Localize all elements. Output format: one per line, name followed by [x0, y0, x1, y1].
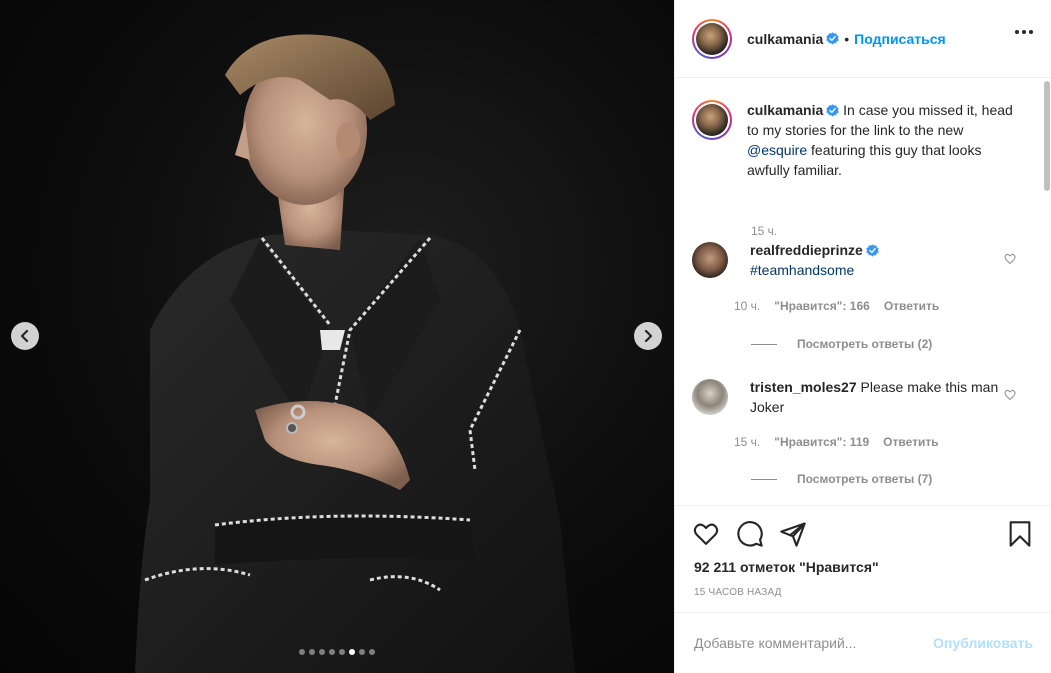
carousel-prev-button[interactable] — [11, 322, 39, 350]
view-replies-button[interactable]: Посмотреть ответы (2) — [751, 337, 932, 351]
carousel-dot — [329, 649, 335, 655]
comment-time[interactable]: 10 ч. — [734, 299, 760, 313]
carousel-dot — [349, 649, 355, 655]
caption-username[interactable]: culkamania — [747, 102, 823, 118]
post-caption: culkamania In case you missed it, head t… — [692, 100, 1027, 238]
follow-button[interactable]: Подписаться — [854, 31, 946, 47]
comment-meta: 15 ч. "Нравится": 119 Ответить — [734, 435, 939, 449]
carousel-dot — [299, 649, 305, 655]
verified-badge-icon — [826, 32, 839, 45]
add-comment-bar: Опубликовать — [675, 612, 1051, 673]
comment-avatar[interactable] — [692, 379, 728, 415]
comment-hashtag-link[interactable]: #teamhandsome — [750, 262, 854, 278]
carousel-dot — [339, 649, 345, 655]
comment-username[interactable]: tristen_moles27 — [750, 379, 857, 395]
comment-input[interactable] — [694, 635, 934, 651]
view-replies-label: Посмотреть ответы (2) — [797, 337, 933, 351]
likes-count[interactable]: 92 211 отметок "Нравится" — [694, 559, 879, 575]
comments-scrollbar[interactable] — [1044, 81, 1050, 191]
caption-timestamp[interactable]: 15 ч. — [751, 224, 777, 238]
author-username[interactable]: culkamania — [747, 31, 823, 47]
comment-bubble-icon[interactable] — [736, 520, 764, 548]
comment-time[interactable]: 15 ч. — [734, 435, 760, 449]
comment-like-heart-icon[interactable] — [1004, 389, 1016, 401]
post-media[interactable] — [0, 0, 674, 673]
comments-section[interactable]: culkamania In case you missed it, head t… — [675, 79, 1051, 505]
comment-username[interactable]: realfreddieprinze — [750, 242, 863, 258]
carousel-dot — [309, 649, 315, 655]
carousel-dot — [369, 649, 375, 655]
post-actions: 92 211 отметок "Нравится" 15 ЧАСОВ НАЗАД — [675, 505, 1051, 612]
caption-avatar[interactable] — [692, 100, 732, 140]
post-timestamp[interactable]: 15 ЧАСОВ НАЗАД — [694, 587, 782, 598]
carousel-indicator — [0, 649, 674, 655]
post-header: culkamania • Подписаться — [675, 0, 1051, 78]
comment-meta: 10 ч. "Нравится": 166 Ответить — [734, 299, 939, 313]
post-side-panel: culkamania • Подписаться culkamania In c… — [674, 0, 1051, 673]
carousel-dot — [319, 649, 325, 655]
view-replies-label: Посмотреть ответы (7) — [797, 472, 933, 486]
chevron-left-icon — [20, 330, 29, 342]
verified-badge-icon — [866, 244, 879, 257]
verified-badge-icon — [826, 104, 839, 117]
publish-button[interactable]: Опубликовать — [933, 635, 1033, 651]
comment-avatar[interactable] — [692, 242, 728, 278]
paper-plane-icon[interactable] — [779, 520, 807, 548]
carousel-next-button[interactable] — [634, 322, 662, 350]
heart-icon[interactable] — [692, 520, 720, 548]
caption-mention-link[interactable]: @esquire — [747, 142, 807, 158]
bookmark-icon[interactable] — [1006, 520, 1034, 548]
instagram-post: culkamania • Подписаться culkamania In c… — [0, 0, 1051, 673]
header-separator: • — [844, 30, 850, 47]
author-avatar[interactable] — [692, 18, 732, 59]
comment-like-heart-icon[interactable] — [1004, 253, 1016, 265]
carousel-dot — [359, 649, 365, 655]
more-options-icon[interactable] — [1015, 30, 1033, 34]
comment-likes[interactable]: "Нравится": 166 — [774, 299, 870, 313]
comment-item: tristen_moles27 Please make this man Jok… — [692, 377, 1000, 417]
comment-item: realfreddieprinze #teamhandsome — [692, 240, 1000, 280]
chevron-right-icon — [644, 330, 653, 342]
comment-likes[interactable]: "Нравится": 119 — [774, 435, 869, 449]
comment-reply-button[interactable]: Ответить — [883, 435, 938, 449]
view-replies-button[interactable]: Посмотреть ответы (7) — [751, 472, 932, 486]
comment-reply-button[interactable]: Ответить — [884, 299, 939, 313]
post-photo — [135, 34, 575, 673]
